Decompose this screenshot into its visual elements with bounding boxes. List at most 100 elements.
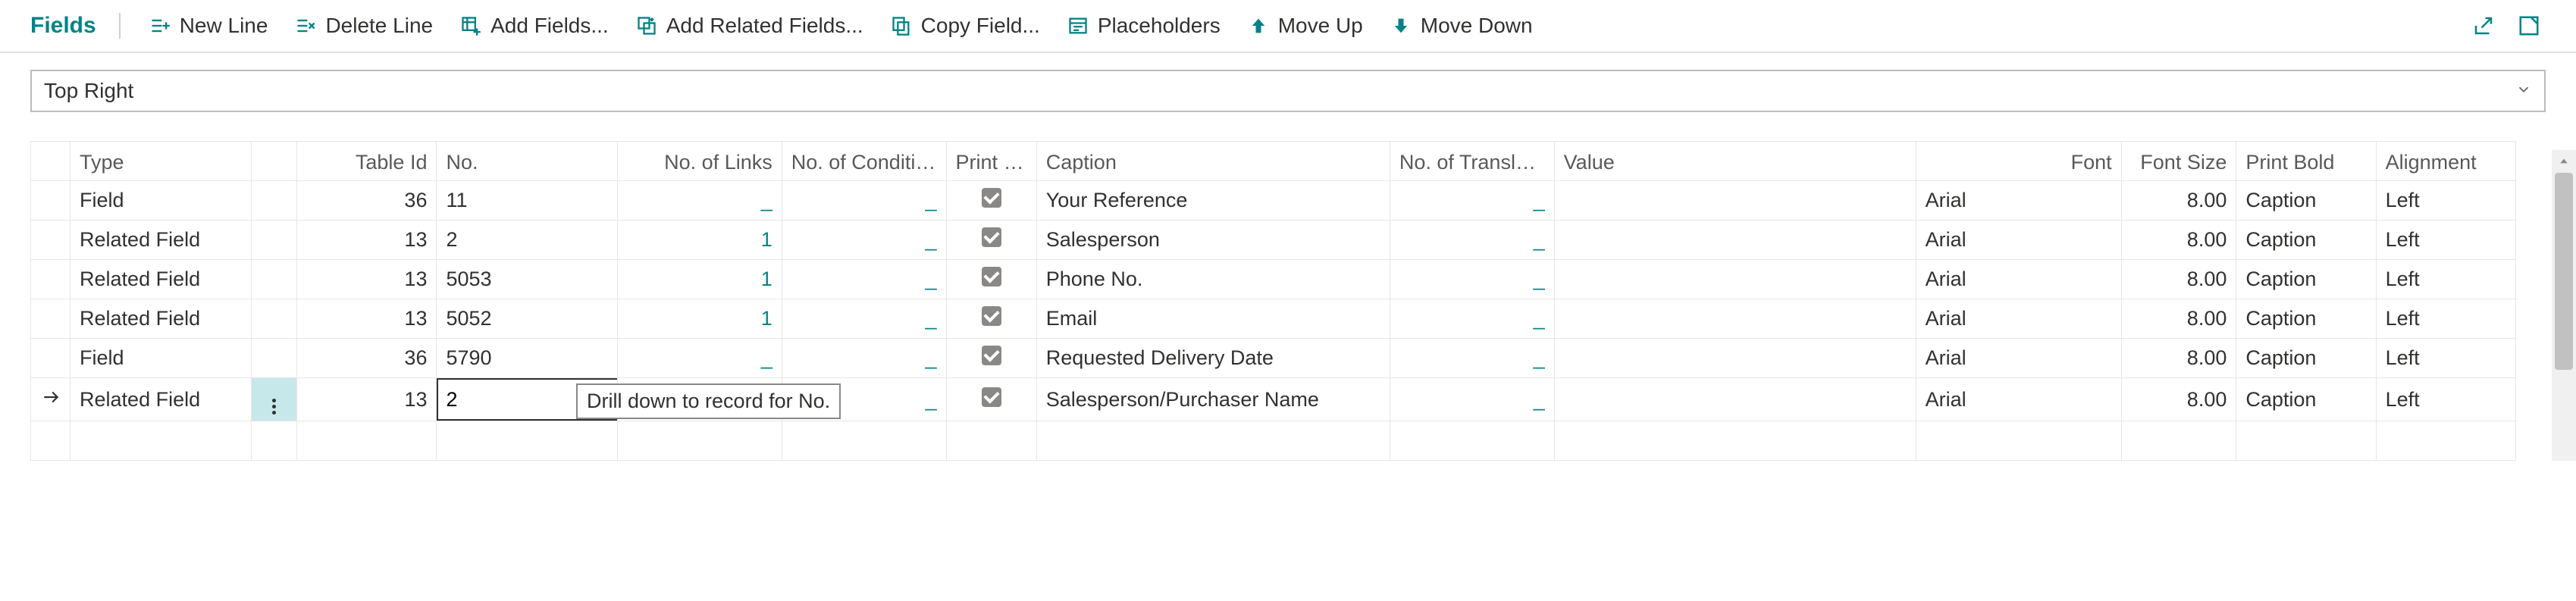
section-dropdown[interactable]: Top Right [30,70,2546,112]
cell-no[interactable]: 11 [437,181,617,221]
cell-print-bold[interactable]: Caption [2236,378,2376,421]
table-row[interactable]: Related Field131_Salesperson/Purchaser N… [31,378,2546,421]
cell-type[interactable]: Field [71,181,251,221]
scrollbar[interactable] [2552,150,2576,461]
move-down-button[interactable]: Move Down [1377,8,1547,44]
cell-caption[interactable]: Salesperson [1036,221,1390,260]
cell-print-bold[interactable]: Caption [2236,260,2376,299]
cell-print-bold[interactable]: Caption [2236,339,2376,378]
cell-font[interactable]: Arial [1916,181,2121,221]
cell-no-translations[interactable]: _ [1390,221,1554,260]
share-icon[interactable] [2471,14,2496,38]
checkbox-checked-icon[interactable] [982,227,1001,247]
cell-no-links[interactable]: _ [617,339,782,378]
col-type[interactable]: Type [71,142,251,181]
col-no-links[interactable]: No. of Links [617,142,782,181]
col-caption[interactable]: Caption [1036,142,1390,181]
table-row[interactable]: Related Field1350521_Email_Arial8.00Capt… [31,299,2546,339]
checkbox-checked-icon[interactable] [982,387,1001,407]
cell-print-capt[interactable] [946,221,1036,260]
cell-no-translations[interactable]: _ [1390,378,1554,421]
cell-no-conditions[interactable]: _ [782,181,946,221]
cell-alignment[interactable]: Left [2376,181,2515,221]
cell-table-id[interactable]: 13 [297,260,437,299]
table-row[interactable]: Field365790__Requested Delivery Date_Ari… [31,339,2546,378]
cell-font-size[interactable]: 8.00 [2121,181,2236,221]
cell-font-size[interactable]: 8.00 [2121,221,2236,260]
cell-table-id[interactable]: 13 [297,221,437,260]
cell-print-capt[interactable] [946,181,1036,221]
cell-table-id[interactable]: 13 [297,378,437,421]
checkbox-checked-icon[interactable] [982,267,1001,286]
copy-field-button[interactable]: Copy Field... [877,8,1054,44]
cell-table-id[interactable]: 13 [297,299,437,339]
cell-caption[interactable]: Requested Delivery Date [1036,339,1390,378]
cell-print-capt[interactable] [946,260,1036,299]
cell-table-id[interactable]: 36 [297,339,437,378]
cell-value[interactable] [1554,181,1916,221]
col-no[interactable]: No. [437,142,617,181]
cell-alignment[interactable]: Left [2376,221,2515,260]
cell-no[interactable]: 2 [437,221,617,260]
cell-caption[interactable]: Email [1036,299,1390,339]
cell-type[interactable]: Field [71,339,251,378]
cell-table-id[interactable]: 36 [297,181,437,221]
cell-no-conditions[interactable]: _ [782,221,946,260]
col-table-id[interactable]: Table Id [297,142,437,181]
cell-no[interactable]: 5790 [437,339,617,378]
placeholders-button[interactable]: Placeholders [1054,8,1234,44]
row-actions-menu-icon[interactable] [251,378,297,421]
cell-no-links[interactable]: _ [617,181,782,221]
cell-no-conditions[interactable]: _ [782,299,946,339]
cell-print-capt[interactable] [946,339,1036,378]
cell-no-links[interactable]: 1 [617,221,782,260]
cell-font[interactable]: Arial [1916,339,2121,378]
cell-alignment[interactable]: Left [2376,378,2515,421]
cell-no-translations[interactable]: _ [1390,299,1554,339]
cell-font[interactable]: Arial [1916,378,2121,421]
scroll-up-icon[interactable] [2552,150,2576,173]
col-alignment[interactable]: Alignment [2376,142,2515,181]
cell-value[interactable] [1554,299,1916,339]
cell-font[interactable]: Arial [1916,260,2121,299]
cell-no[interactable]: 5052 [437,299,617,339]
cell-no-translations[interactable]: _ [1390,339,1554,378]
add-fields-button[interactable]: Add Fields... [447,8,622,44]
table-row-empty[interactable] [31,421,2546,461]
cell-no-translations[interactable]: _ [1390,260,1554,299]
table-row[interactable]: Related Field1350531_Phone No._Arial8.00… [31,260,2546,299]
col-print-bold[interactable]: Print Bold [2236,142,2376,181]
scroll-thumb[interactable] [2555,173,2573,370]
expand-icon[interactable] [2517,14,2541,38]
cell-value[interactable] [1554,339,1916,378]
cell-caption[interactable]: Phone No. [1036,260,1390,299]
cell-type[interactable]: Related Field [71,299,251,339]
cell-font[interactable]: Arial [1916,299,2121,339]
checkbox-checked-icon[interactable] [982,346,1001,365]
cell-type[interactable]: Related Field [71,260,251,299]
col-no-translations[interactable]: No. of Translations [1390,142,1554,181]
checkbox-checked-icon[interactable] [982,306,1001,326]
cell-font-size[interactable]: 8.00 [2121,299,2236,339]
cell-font[interactable]: Arial [1916,221,2121,260]
delete-line-button[interactable]: Delete Line [281,8,447,44]
cell-print-bold[interactable]: Caption [2236,221,2376,260]
checkbox-checked-icon[interactable] [982,188,1001,208]
cell-value[interactable] [1554,221,1916,260]
col-font[interactable]: Font [1916,142,2121,181]
cell-type[interactable]: Related Field [71,221,251,260]
col-font-size[interactable]: Font Size [2121,142,2236,181]
cell-font-size[interactable]: 8.00 [2121,339,2236,378]
cell-caption[interactable]: Your Reference [1036,181,1390,221]
col-value[interactable]: Value [1554,142,1916,181]
cell-type[interactable]: Related Field [71,378,251,421]
cell-print-capt[interactable] [946,378,1036,421]
cell-font-size[interactable]: 8.00 [2121,378,2236,421]
cell-print-capt[interactable] [946,299,1036,339]
add-related-fields-button[interactable]: Add Related Fields... [622,8,877,44]
cell-print-bold[interactable]: Caption [2236,181,2376,221]
cell-no-translations[interactable]: _ [1390,181,1554,221]
cell-no-links[interactable]: 1 [617,299,782,339]
cell-no-conditions[interactable]: _ [782,260,946,299]
cell-alignment[interactable]: Left [2376,339,2515,378]
